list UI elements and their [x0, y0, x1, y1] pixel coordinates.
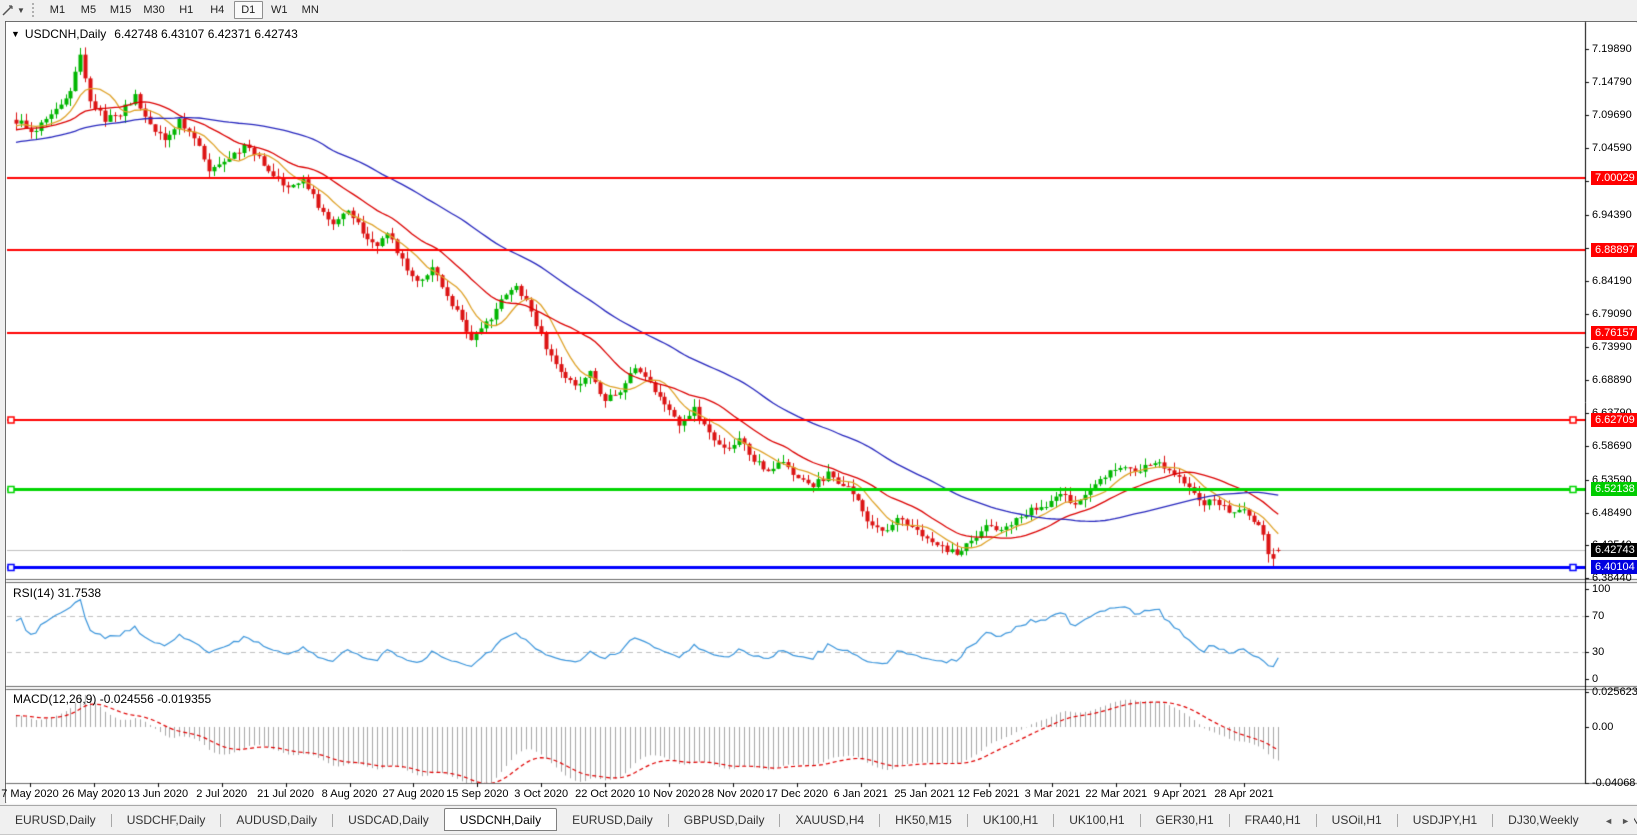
date-axis-label: 21 Jul 2020 — [257, 788, 314, 800]
rsi-axis-tick: 0 — [1592, 673, 1598, 685]
tab-scroll-arrows: ◄ ► — [1594, 806, 1634, 835]
chart-title: ▼ USDCNH,Daily 6.42748 6.43107 6.42371 6.4… — [11, 27, 298, 41]
date-axis-label: 3 Oct 2020 — [514, 788, 568, 800]
price-axis-tick: 6.68890 — [1592, 374, 1632, 386]
chart-tab-xauusd-h4[interactable]: XAUUSD,H4 — [780, 810, 879, 830]
level-price-tag[interactable]: 7.00029 — [1591, 171, 1637, 185]
chart-tab-bar: EURUSD,DailyUSDCHF,DailyAUDUSD,DailyUSDC… — [0, 805, 1637, 835]
level-price-tag[interactable]: 6.62709 — [1591, 413, 1637, 427]
date-axis-label: 22 Oct 2020 — [575, 788, 635, 800]
date-axis-label: 6 Jan 2021 — [833, 788, 887, 800]
macd-axis-tick: -0.04068 — [1592, 777, 1635, 789]
date-axis-label: 25 Jan 2021 — [894, 788, 955, 800]
application-window: ▼ M1M5M15M30H1H4D1W1MN ▼USDCNH,Daily6.42… — [0, 0, 1637, 835]
date-axis-label: 28 Nov 2020 — [702, 788, 764, 800]
chart-tab-ger30-h1[interactable]: GER30,H1 — [1141, 810, 1229, 830]
date-axis-label: 12 Feb 2021 — [958, 788, 1020, 800]
date-axis-label: 10 Nov 2020 — [638, 788, 700, 800]
date-axis-label: 27 Aug 2020 — [382, 788, 444, 800]
price-axis-tick: 7.14790 — [1592, 76, 1632, 88]
price-axis-tick: 7.09690 — [1592, 109, 1632, 121]
price-axis-tick: 6.48490 — [1592, 507, 1632, 519]
price-axis-tick: 6.79090 — [1592, 308, 1632, 320]
price-axis-tick: 6.73990 — [1592, 341, 1632, 353]
level-price-tag[interactable]: 6.88897 — [1591, 243, 1637, 257]
scroll-left-icon[interactable]: ◄ — [1600, 814, 1617, 828]
date-axis-label: 9 Apr 2021 — [1154, 788, 1207, 800]
chart-tab-uk100-h1[interactable]: UK100,H1 — [1054, 810, 1139, 830]
rsi-axis-tick: 70 — [1592, 610, 1604, 622]
chart-tab-usoil-h1[interactable]: USOil,H1 — [1317, 810, 1397, 830]
date-axis-label: 3 Mar 2021 — [1025, 788, 1081, 800]
chart-tab-usdchf-daily[interactable]: USDCHF,Daily — [112, 810, 221, 830]
rsi-axis-tick: 30 — [1592, 646, 1604, 658]
collapse-icon[interactable]: ▼ — [11, 29, 20, 39]
symbol-period-label: USDCNH,Daily — [25, 27, 106, 41]
chart-tab-usdcad-daily[interactable]: USDCAD,Daily — [333, 810, 444, 830]
chart-tab-eurusd-daily[interactable]: EURUSD,Daily — [0, 810, 111, 830]
price-axis-tick: 7.04590 — [1592, 142, 1632, 154]
date-axis-label: 28 Apr 2021 — [1214, 788, 1273, 800]
date-axis-label: 13 Jun 2020 — [128, 788, 189, 800]
current-price-tag[interactable]: 6.42743 — [1591, 543, 1637, 557]
macd-indicator-label: MACD(12,26,9) -0.024556 -0.019355 — [13, 692, 211, 706]
price-chart-canvas[interactable] — [1, 1, 1637, 835]
price-axis-tick: 6.84190 — [1592, 275, 1632, 287]
macd-axis-tick: 0.00 — [1592, 721, 1613, 733]
chart-tab-usdjpy-h1[interactable]: USDJPY,H1 — [1398, 810, 1492, 830]
price-axis-tick: 7.19890 — [1592, 43, 1632, 55]
chart-tab-fra40-h1[interactable]: FRA40,H1 — [1230, 810, 1316, 830]
date-axis-label: 2 Jul 2020 — [196, 788, 247, 800]
chart-tab-gbpusd-daily[interactable]: GBPUSD,Daily — [669, 810, 780, 830]
scroll-right-icon[interactable]: ► — [1617, 814, 1634, 828]
date-axis-label: 26 May 2020 — [62, 788, 126, 800]
rsi-indicator-label: RSI(14) 31.7538 — [13, 586, 101, 600]
date-axis-label: 15 Sep 2020 — [446, 788, 508, 800]
date-axis-label: 8 Aug 2020 — [322, 788, 378, 800]
macd-axis-tick: 0.025623 — [1592, 686, 1637, 698]
price-axis-tick: 6.58690 — [1592, 440, 1632, 452]
chart-tab-usdcnh-daily[interactable]: USDCNH,Daily — [444, 808, 557, 831]
chart-tab-uk100-h1[interactable]: UK100,H1 — [968, 810, 1053, 830]
level-price-tag[interactable]: 6.52138 — [1591, 482, 1637, 496]
chart-tab-dj30-weekly[interactable]: DJ30,Weekly — [1493, 810, 1593, 830]
price-axis-tick: 6.94390 — [1592, 209, 1632, 221]
chart-tab-eurusd-daily[interactable]: EURUSD,Daily — [557, 810, 668, 830]
rsi-axis-tick: 100 — [1592, 583, 1610, 595]
level-price-tag[interactable]: 6.76157 — [1591, 326, 1637, 340]
date-axis-label: 22 Mar 2021 — [1085, 788, 1147, 800]
date-axis-label: 7 May 2020 — [1, 788, 58, 800]
chart-tab-hk50-m15[interactable]: HK50,M15 — [880, 810, 967, 830]
ohlc-values: 6.42748 6.43107 6.42371 6.42743 — [114, 27, 298, 41]
chart-tab-audusd-daily[interactable]: AUDUSD,Daily — [221, 810, 332, 830]
date-axis-label: 17 Dec 2020 — [766, 788, 828, 800]
level-price-tag[interactable]: 6.40104 — [1591, 560, 1637, 574]
chart-window[interactable]: ▼ USDCNH,Daily 6.42748 6.43107 6.42371 6.4… — [5, 21, 1637, 803]
